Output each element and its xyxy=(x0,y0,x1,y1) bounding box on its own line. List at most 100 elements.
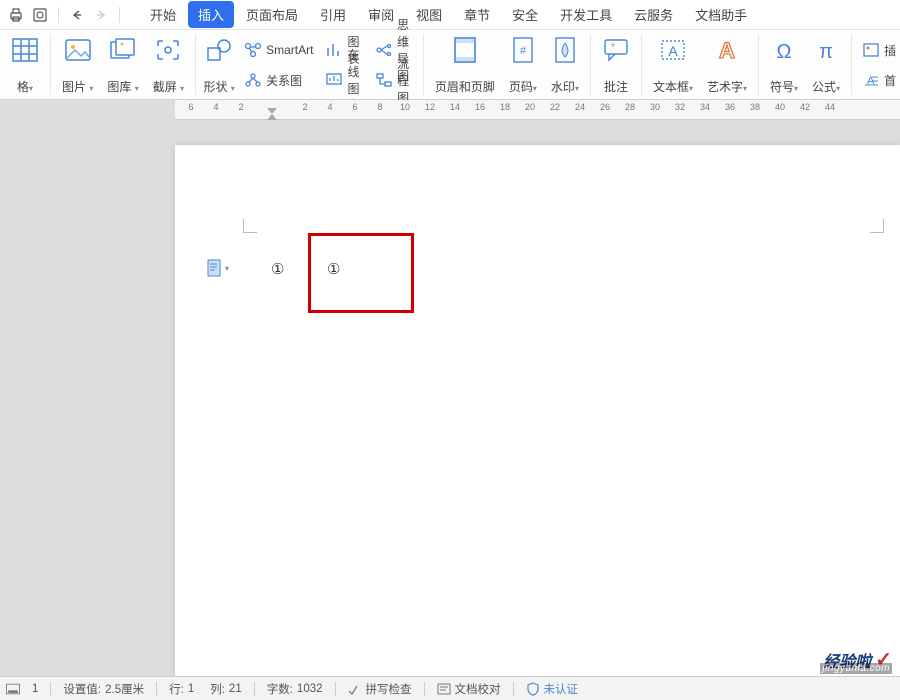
ruler-tick: 14 xyxy=(449,102,461,112)
ribbon: 格▾ 图片 ▾ 图库 ▾ 截屏 ▾ 形状 ▾ SmartArt xyxy=(0,30,900,100)
chevron-down-icon: ▾ xyxy=(533,84,537,93)
separator xyxy=(513,682,514,696)
chevron-down-icon: ▾ xyxy=(689,84,693,93)
onlinechart-icon xyxy=(325,71,343,89)
flowchart-button[interactable]: 流程图 xyxy=(371,66,417,94)
svg-text:*: * xyxy=(611,42,615,53)
picture-icon xyxy=(64,36,92,64)
equation-button[interactable]: π 公式▾ xyxy=(807,34,845,96)
chevron-down-icon: ▾ xyxy=(836,84,840,93)
ruler-tick: 34 xyxy=(699,102,711,112)
symbol-button[interactable]: Ω 符号▾ xyxy=(765,34,803,96)
textbox-button[interactable]: A 文本框▾ xyxy=(648,34,698,96)
ruler-tick: 36 xyxy=(724,102,736,112)
title-bar: 开始 插入 页面布局 引用 审阅 视图 章节 安全 开发工具 云服务 文档助手 xyxy=(0,0,900,30)
chevron-down-icon: ▾ xyxy=(231,84,235,93)
ruler-tick: 38 xyxy=(749,102,761,112)
separator xyxy=(156,682,157,696)
equation-label: 公式 xyxy=(812,80,836,94)
wordart-icon: A xyxy=(713,36,741,64)
undo-icon[interactable] xyxy=(67,5,87,25)
comment-button[interactable]: * 批注 xyxy=(597,34,635,96)
gallery-button[interactable]: 图库 ▾ xyxy=(102,34,143,96)
tab-view[interactable]: 视图 xyxy=(406,1,452,28)
tab-developer[interactable]: 开发工具 xyxy=(550,1,622,28)
ruler-tick: 4 xyxy=(324,102,336,112)
margin-guide xyxy=(870,219,884,233)
chevron-down-icon: ▾ xyxy=(794,84,798,93)
flowchart-label: 流程图 xyxy=(397,55,413,106)
screenshot-button[interactable]: 截屏 ▾ xyxy=(148,34,189,96)
paste-options-button[interactable]: ▾ xyxy=(207,259,229,277)
svg-text:A: A xyxy=(719,38,735,62)
headerfooter-label: 页眉和页脚 xyxy=(435,81,495,94)
dropcap-button[interactable]: A 首 xyxy=(858,66,900,94)
watermark-brand: 经验啦 ✓ jingyanla.com xyxy=(823,647,892,672)
ruler-tick: 4 xyxy=(210,102,222,112)
pagenum-button[interactable]: # 页码▾ xyxy=(504,34,542,96)
ruler-tick: 32 xyxy=(674,102,686,112)
picture-label: 图片 xyxy=(62,80,86,94)
indent-marker[interactable] xyxy=(267,108,275,116)
symbol-icon: Ω xyxy=(770,36,798,64)
preview-icon[interactable] xyxy=(30,5,50,25)
annotation-highlight-box xyxy=(308,233,414,313)
onlinechart-button[interactable]: 在线图表 xyxy=(321,66,367,94)
status-line[interactable]: 行: 1 xyxy=(165,681,198,697)
status-bar: 1 设置值: 2.5厘米 行: 1 列: 21 字数: 1032 拼写检查 文档… xyxy=(0,676,900,700)
tab-home[interactable]: 开始 xyxy=(140,1,186,28)
redo-icon[interactable] xyxy=(91,5,111,25)
tab-chapter[interactable]: 章节 xyxy=(454,1,500,28)
ruler-tick: 40 xyxy=(774,102,786,112)
more-insert-button[interactable]: 插 xyxy=(858,36,900,64)
ruler-tick: 28 xyxy=(624,102,636,112)
document-page[interactable]: ▾ ① ① xyxy=(175,145,900,676)
proof-icon xyxy=(437,682,451,696)
shapes-button[interactable]: 形状 ▾ xyxy=(202,34,236,96)
headerfooter-icon xyxy=(451,36,479,64)
ruler-tick: 6 xyxy=(349,102,361,112)
watermark-button[interactable]: 水印▾ xyxy=(546,34,584,96)
dropcap-label: 首 xyxy=(884,72,896,89)
status-indent[interactable]: 设置值: 2.5厘米 xyxy=(59,681,148,697)
smartart-button[interactable]: SmartArt xyxy=(240,36,317,64)
watermark-label: 水印 xyxy=(551,80,575,94)
tab-cloud[interactable]: 云服务 xyxy=(624,1,683,28)
tab-security[interactable]: 安全 xyxy=(502,1,548,28)
ruler-tick: 30 xyxy=(649,102,661,112)
separator xyxy=(335,682,336,696)
ruler-tick: 22 xyxy=(549,102,561,112)
comment-label: 批注 xyxy=(604,81,628,94)
relation-button[interactable]: 关系图 xyxy=(240,66,317,94)
svg-text:Ω: Ω xyxy=(777,41,792,62)
svg-text:π: π xyxy=(819,41,833,62)
relation-icon xyxy=(244,71,262,89)
status-spellcheck[interactable]: 拼写检查 xyxy=(344,681,416,697)
status-col[interactable]: 列: 21 xyxy=(206,681,246,697)
workspace: 6422468101214161820222426283032343638404… xyxy=(0,100,900,676)
separator xyxy=(119,7,120,23)
tab-reference[interactable]: 引用 xyxy=(310,1,356,28)
ruler-tick: 2 xyxy=(235,102,247,112)
chevron-down-icon: ▾ xyxy=(29,84,33,93)
wordart-label: 艺术字 xyxy=(707,80,743,94)
print-icon[interactable] xyxy=(6,5,26,25)
menu-tabs: 开始 插入 页面布局 引用 审阅 视图 章节 安全 开发工具 云服务 文档助手 xyxy=(140,1,757,28)
ruler-tick: 8 xyxy=(374,102,386,112)
svg-text:A: A xyxy=(668,43,678,59)
horizontal-ruler[interactable]: 6422468101214161820222426283032343638404… xyxy=(175,100,900,120)
wordart-button[interactable]: A 艺术字▾ xyxy=(702,34,752,96)
shapes-label: 形状 xyxy=(203,80,227,94)
headerfooter-button[interactable]: 页眉和页脚 xyxy=(430,34,500,96)
status-auth[interactable]: 未认证 xyxy=(522,681,583,697)
picture-button[interactable]: 图片 ▾ xyxy=(57,34,98,96)
status-proof[interactable]: 文档校对 xyxy=(433,681,505,697)
status-wordcount[interactable]: 字数: 1032 xyxy=(263,681,327,697)
chevron-down-icon: ▾ xyxy=(89,84,93,93)
tab-helper[interactable]: 文档助手 xyxy=(685,1,757,28)
tab-layout[interactable]: 页面布局 xyxy=(236,1,308,28)
tab-insert[interactable]: 插入 xyxy=(188,1,234,28)
table-button[interactable]: 格▾ xyxy=(6,34,44,96)
keyboard-icon[interactable] xyxy=(6,682,20,696)
gallery-icon xyxy=(109,36,137,64)
